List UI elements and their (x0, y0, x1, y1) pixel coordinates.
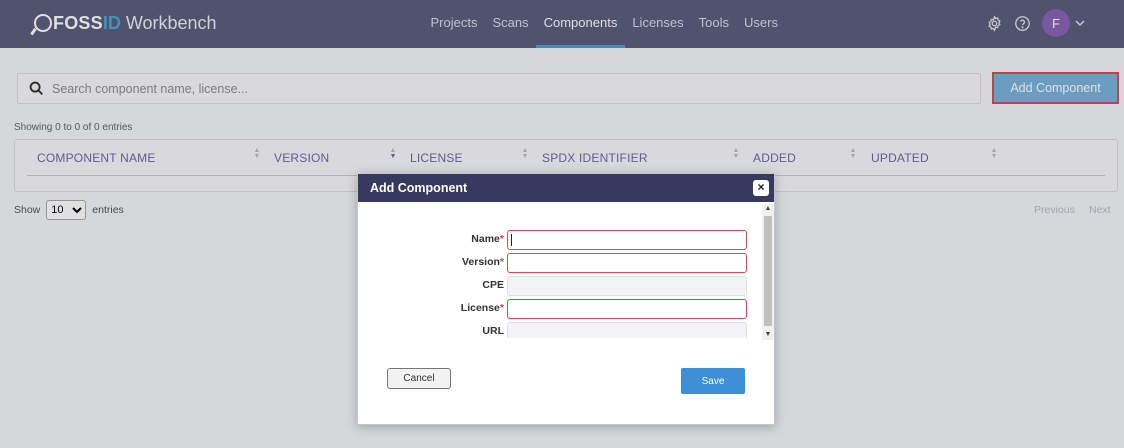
license-field[interactable] (507, 299, 747, 319)
scrollbar-thumb[interactable] (764, 216, 772, 326)
field-label-version: Version* (461, 256, 504, 268)
form-row-url: URL (358, 322, 762, 338)
text-caret (511, 234, 512, 246)
dialog-form: Name* Version* CPE License* URL (358, 202, 762, 338)
name-field[interactable] (507, 230, 747, 250)
form-row-cpe: CPE (358, 276, 762, 296)
form-row-name: Name* (358, 230, 762, 250)
save-button[interactable]: Save (681, 368, 745, 394)
cpe-field[interactable] (507, 276, 747, 296)
field-label-name: Name* (471, 233, 504, 245)
field-label-url: URL (482, 325, 504, 337)
dialog-title: Add Component (370, 181, 468, 195)
scroll-up-icon[interactable]: ▲ (762, 204, 774, 214)
add-component-dialog: Add Component × Name* Version* CPE Licen… (357, 173, 775, 425)
field-label-license: License* (460, 302, 504, 314)
url-field[interactable] (507, 322, 747, 338)
field-label-cpe: CPE (482, 279, 504, 291)
form-row-license: License* (358, 299, 762, 319)
modal-backdrop-top (0, 0, 1124, 48)
close-icon[interactable]: × (753, 180, 769, 196)
scroll-down-icon[interactable]: ▼ (762, 330, 774, 340)
dialog-scrollbar[interactable]: ▲ ▼ (762, 204, 774, 340)
version-field[interactable] (507, 253, 747, 273)
form-row-version: Version* (358, 253, 762, 273)
cancel-button[interactable]: Cancel (387, 368, 451, 389)
dialog-header: Add Component × (358, 174, 774, 202)
